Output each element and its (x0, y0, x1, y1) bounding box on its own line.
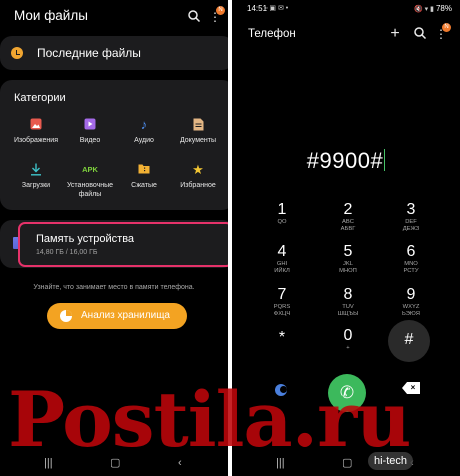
key-0[interactable]: 0 + (318, 326, 378, 352)
system-nav-bar: ||| ▢ ‹ (232, 450, 460, 476)
zip-folder-icon (116, 163, 172, 177)
key-star[interactable]: * (252, 328, 312, 347)
category-audio[interactable]: ♪ Аудио (116, 118, 172, 146)
page-title: Телефон (248, 28, 296, 40)
apk-icon: APK (82, 165, 98, 174)
category-apk[interactable]: APK Установочные файлы (62, 163, 118, 199)
image-icon (8, 118, 64, 132)
analyze-storage-button[interactable]: Анализ хранилища (47, 303, 187, 329)
key-1[interactable]: 1 QO (252, 200, 312, 226)
device-storage-usage: 14,80 ГБ / 16,00 ГБ (36, 249, 98, 256)
key-letters: JKL МНОП (339, 261, 357, 274)
status-bar: 14:51 ▫ ▣ ✉ • 🔇 ▾ ▮ 78% (232, 0, 460, 18)
key-digit: 6 (406, 243, 416, 260)
key-letters: WXYZ ЬЭЮЯ (402, 304, 420, 317)
system-nav-bar: ||| ▢ ‹ (0, 450, 228, 476)
key-6[interactable]: 6 MNO РСТУ (381, 242, 441, 275)
key-3[interactable]: 3 DEF ДЕЖЗ (381, 200, 441, 233)
call-button[interactable]: ✆ (328, 374, 366, 412)
key-8[interactable]: 8 TUV ШЩЪЫ (318, 285, 378, 318)
call-icon: ✆ (339, 383, 355, 402)
key-7[interactable]: 7 PQRS ФХЦЧ (252, 285, 312, 318)
key-letters: TUV ШЩЪЫ (337, 304, 359, 317)
key-letters: DEF ДЕЖЗ (402, 219, 420, 232)
category-label: Избранное (180, 182, 216, 189)
video-icon (62, 118, 118, 132)
key-digit: # (404, 331, 414, 348)
download-icon (8, 163, 64, 177)
key-2[interactable]: 2 ABC АБВГ (318, 200, 378, 233)
category-video[interactable]: Видео (62, 118, 118, 146)
phone-dialer-screen: 14:51 ▫ ▣ ✉ • 🔇 ▾ ▮ 78% Телефон + ⋮ N #99… (232, 0, 460, 476)
key-letters: QO (277, 219, 287, 225)
search-icon[interactable] (186, 9, 202, 25)
home-icon[interactable]: ▢ (110, 456, 120, 470)
key-letters: PQRS ФХЦЧ (273, 304, 291, 317)
key-9[interactable]: 9 WXYZ ЬЭЮЯ (381, 285, 441, 318)
pie-chart-icon (60, 310, 72, 322)
clock-icon (11, 47, 23, 59)
categories-title: Категории (14, 92, 66, 104)
category-label: Видео (79, 137, 101, 144)
key-letters: GHI ИЙКЛ (274, 261, 290, 274)
category-favorites[interactable]: ★ Избранное (170, 163, 226, 191)
back-icon[interactable]: ‹ (410, 456, 414, 470)
analyze-storage-label: Анализ хранилища (81, 310, 170, 321)
dialed-number-display[interactable]: #9900# (232, 148, 460, 174)
category-downloads[interactable]: Загрузки (8, 163, 64, 191)
key-letters: + (346, 345, 350, 351)
key-5[interactable]: 5 JKL МНОП (318, 242, 378, 275)
music-note-icon: ♪ (140, 117, 148, 132)
notification-badge: N (216, 6, 225, 15)
key-digit: 1 (277, 201, 287, 218)
key-digit: 0 (343, 327, 353, 344)
category-label: Документы (179, 137, 217, 144)
recents-icon[interactable]: ||| (44, 456, 53, 470)
star-icon: ★ (192, 162, 204, 177)
category-label: Аудио (134, 137, 154, 144)
status-battery: 🔇 ▾ ▮ 78% (414, 4, 452, 13)
key-digit: 4 (277, 243, 287, 260)
page-title: Мои файлы (14, 8, 88, 23)
key-digit: * (278, 329, 286, 346)
key-digit: 5 (343, 243, 353, 260)
backspace-icon[interactable]: × (402, 382, 420, 394)
recent-files-card[interactable]: Последние файлы (0, 36, 228, 70)
device-storage-title: Память устройства (36, 233, 135, 245)
key-digit: 2 (343, 201, 353, 218)
key-hash[interactable]: # (379, 330, 439, 349)
voicemail-icon[interactable] (272, 382, 298, 398)
key-4[interactable]: 4 GHI ИЙКЛ (252, 242, 312, 275)
back-icon[interactable]: ‹ (178, 456, 182, 470)
category-documents[interactable]: Документы (170, 118, 226, 146)
status-notification-icons: ▫ ▣ ✉ • (265, 5, 289, 12)
key-digit: 8 (343, 286, 353, 303)
category-compressed[interactable]: Сжатые (116, 163, 172, 191)
my-files-screen: Мои файлы ⋮ N Последние файлы Категории … (0, 0, 228, 476)
category-label: Изображения (14, 137, 58, 144)
text-cursor (384, 149, 386, 171)
document-icon (170, 118, 226, 132)
key-digit: 3 (406, 201, 416, 218)
app-header: Мои файлы ⋮ N (0, 0, 228, 34)
battery-percent: 78% (435, 4, 452, 13)
key-letters: MNO РСТУ (403, 261, 419, 274)
status-system-icons: 🔇 ▾ ▮ (414, 6, 434, 13)
search-icon[interactable] (412, 26, 428, 42)
category-label: Загрузки (21, 182, 51, 189)
category-images[interactable]: Изображения (8, 118, 64, 146)
category-label: Установочные файлы (66, 182, 114, 198)
recents-icon[interactable]: ||| (276, 456, 285, 470)
key-digit: 7 (277, 286, 287, 303)
key-letters: ABC АБВГ (340, 219, 356, 232)
home-icon[interactable]: ▢ (342, 456, 352, 470)
recent-files-label: Последние файлы (37, 46, 141, 60)
add-contact-icon[interactable]: + (387, 26, 403, 42)
category-label: Сжатые (131, 182, 157, 189)
categories-card: Категории Изображения Видео ♪ Аудио Доку… (0, 80, 228, 210)
notification-badge: N (442, 23, 451, 32)
key-digit: 9 (406, 286, 416, 303)
dialed-number: #9900# (306, 148, 384, 173)
storage-hint-text: Узнайте, что занимает место в памяти тел… (33, 284, 195, 291)
